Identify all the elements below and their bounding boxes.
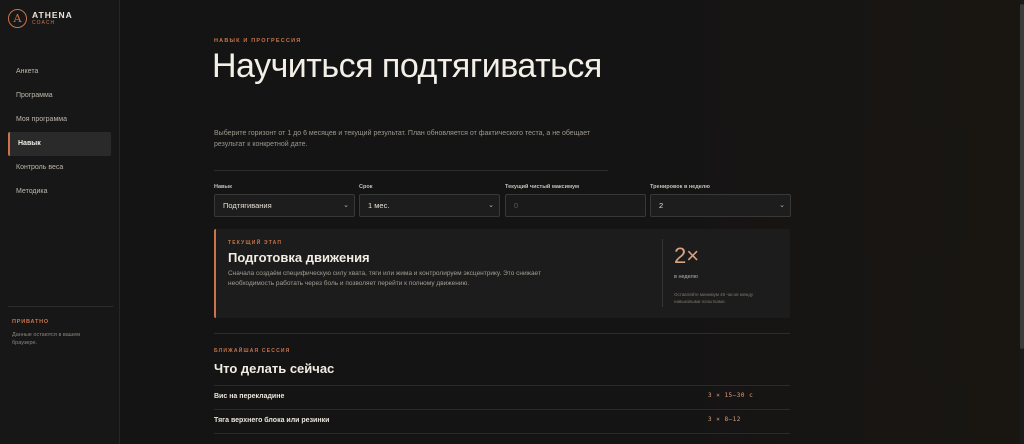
sidebar-item-anketa[interactable]: Анкета <box>8 60 111 84</box>
sidebar-item-weight-control[interactable]: Контроль веса <box>8 156 111 180</box>
exercise-name: Тяга верхнего блока или резинки <box>214 417 330 424</box>
sidebar-nav: Анкета Программа Моя программа Навык Кон… <box>8 60 111 204</box>
max-label: Текущий чистый максимум <box>505 184 580 190</box>
brand-sub: COACH <box>32 20 56 27</box>
athena-logo-icon: A <box>8 9 27 28</box>
term-label: Срок <box>359 184 373 190</box>
chevron-down-icon: ⌄ <box>343 202 349 209</box>
page-title: Научиться подтягиваться <box>212 47 602 85</box>
stage-title: Подготовка движения <box>228 250 370 265</box>
sidebar-item-skill[interactable]: Навык <box>8 132 111 156</box>
chevron-down-icon: ⌄ <box>779 202 785 209</box>
per-week-select-value: 2 <box>659 201 664 210</box>
background-glow <box>604 0 1024 444</box>
sidebar-item-methodology[interactable]: Методика <box>8 180 111 204</box>
brand-text: ATHENA COACH <box>32 11 73 27</box>
chevron-down-icon: ⌄ <box>488 202 494 209</box>
max-input[interactable]: 0 <box>505 194 646 217</box>
term-select-value: 1 мес. <box>368 201 390 210</box>
frequency-label: в неделю <box>674 274 698 280</box>
scrollbar[interactable] <box>1020 0 1024 444</box>
page-description: Выберите горизонт от 1 до 6 месяцев и те… <box>214 130 591 148</box>
brand-name: ATHENA <box>32 9 73 20</box>
privacy-title: ПРИВАТНО <box>12 319 49 325</box>
stage-separator <box>662 239 663 307</box>
sidebar-divider <box>8 306 113 307</box>
exercise-row-partial <box>214 433 790 444</box>
section-divider <box>214 333 790 334</box>
exercise-row: Вис на перекладине 3 × 15–30 с <box>214 385 790 409</box>
sidebar-item-my-program[interactable]: Моя программа <box>8 108 111 132</box>
app-root: A ATHENA COACH Анкета Программа Моя прог… <box>0 0 1024 444</box>
privacy-text: Данные остаются в вашем браузере. <box>12 332 81 346</box>
exercise-row: Тяга верхнего блока или резинки 3 × 8–12 <box>214 409 790 433</box>
skill-select-value: Подтягивания <box>223 201 272 210</box>
session-title: Что делать сейчас <box>214 361 335 376</box>
main-content: НАВЫК И ПРОГРЕССИЯ Научиться подтягивать… <box>120 0 1024 444</box>
skill-select[interactable]: Подтягивания ⌄ <box>214 194 355 217</box>
stage-kicker: ТЕКУЩИЙ ЭТАП <box>228 240 283 246</box>
frequency-value: 2× <box>674 243 700 268</box>
per-week-select[interactable]: 2 ⌄ <box>650 194 791 217</box>
exercise-sets: 3 × 15–30 с <box>708 392 754 399</box>
exercise-sets: 3 × 8–12 <box>708 416 741 423</box>
scrollbar-thumb[interactable] <box>1020 4 1024 349</box>
frequency-note: Оставляйте минимум 48 часов между навыко… <box>674 292 754 304</box>
header-divider <box>214 170 608 171</box>
per-week-label: Тренировок в неделю <box>650 184 710 190</box>
term-select[interactable]: 1 мес. ⌄ <box>359 194 500 217</box>
max-input-placeholder: 0 <box>514 201 519 210</box>
sidebar: A ATHENA COACH Анкета Программа Моя прог… <box>0 0 120 444</box>
page-kicker: НАВЫК И ПРОГРЕССИЯ <box>214 38 302 44</box>
exercise-name: Вис на перекладине <box>214 393 285 400</box>
skill-label: Навык <box>214 184 232 190</box>
stage-description: Сначала создаём специфическую силу хвата… <box>228 270 541 287</box>
sidebar-item-program[interactable]: Программа <box>8 84 111 108</box>
brand-logo[interactable]: A ATHENA COACH <box>8 9 73 28</box>
current-stage-card: ТЕКУЩИЙ ЭТАП Подготовка движения Сначала… <box>214 229 790 318</box>
session-kicker: БЛИЖАЙШАЯ СЕССИЯ <box>214 348 291 354</box>
